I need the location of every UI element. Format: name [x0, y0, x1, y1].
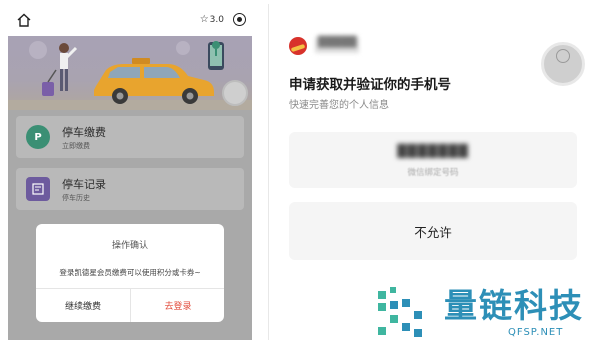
request-subtitle: 快速完善您的个人信息	[289, 100, 389, 111]
app-logo	[289, 37, 307, 55]
confirm-dialog: 操作确认 登录凯德星会员缴费可以使用积分或卡券~ 继续缴费 去登录	[36, 224, 224, 322]
card-title: 停车记录	[62, 178, 106, 191]
phone-number-option[interactable]: ███████ 微信绑定号码	[289, 132, 577, 188]
phone-number: ███████	[397, 144, 469, 158]
app-name: █████	[315, 37, 360, 53]
dialog-title: 操作确认	[111, 241, 148, 251]
card-subtitle: 停车历史	[62, 194, 90, 202]
watermark-name: 量链科技	[444, 286, 584, 325]
floating-assist-button[interactable]	[541, 42, 585, 86]
dialog-message: 登录凯德星会员缴费可以使用积分或卡券~	[59, 268, 201, 277]
records-icon	[26, 177, 50, 201]
menu-card-parking-payment[interactable]: P 停车缴费 立即缴费	[16, 116, 244, 158]
rating-value: 3.0	[209, 15, 224, 25]
go-login-button[interactable]: 去登录	[131, 288, 224, 322]
request-title: 申请获取并验证你的手机号	[289, 77, 451, 93]
menu-card-parking-records[interactable]: 停车记录 停车历史	[16, 168, 244, 210]
card-title: 停车缴费	[62, 126, 106, 139]
parking-banner	[8, 36, 252, 110]
continue-payment-button[interactable]: 继续缴费	[36, 288, 130, 322]
capsule-menu-icon[interactable]	[233, 13, 246, 26]
taxi-illustration	[8, 41, 252, 110]
phone-source-label: 微信绑定号码	[407, 168, 459, 178]
watermark-url: QFSP.NET	[508, 327, 564, 338]
star-icon: ☆	[199, 14, 209, 25]
deny-button[interactable]: 不允许	[289, 202, 577, 260]
home-icon[interactable]	[16, 12, 32, 28]
floating-assist-button[interactable]	[222, 80, 248, 106]
parking-icon: P	[26, 125, 50, 149]
left-phone-screen: ☆3.0 P 停车缴费 立即缴费 停车记录 停车历史 操作确认 登录凯德星会员缴…	[8, 4, 252, 340]
card-subtitle: 立即缴费	[62, 142, 90, 150]
rating-display: ☆3.0	[200, 14, 224, 25]
top-bar: ☆3.0	[8, 4, 252, 36]
watermark-logo-icon	[378, 287, 422, 337]
